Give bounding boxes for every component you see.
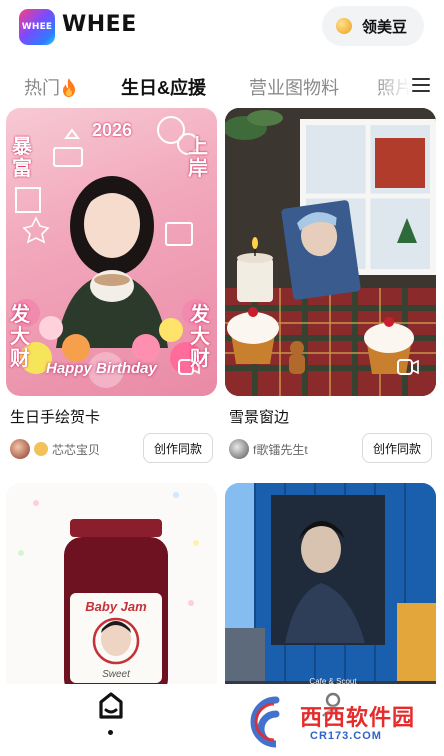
card-left-bottom-text: 发大财 [10, 304, 30, 370]
jar-brand-text: Baby Jam [85, 599, 147, 614]
snow-window-artwork [225, 108, 436, 396]
card-right-bottom-text: 发大财 [190, 304, 210, 370]
author-emoji-icon [34, 442, 48, 456]
bean-icon [336, 18, 352, 34]
author-name: 芯芯宝贝 [52, 442, 101, 457]
card-title: 生日手绘贺卡 [10, 409, 101, 426]
claim-beans-button[interactable]: 领美豆 [322, 6, 424, 46]
birthday-card-image: 2026 暴富 上岸 发大财 发大财 Happy Birthday [6, 108, 217, 396]
menu-icon[interactable] [412, 78, 430, 92]
jar-sub-text: Sweet [102, 669, 130, 680]
avatar [229, 439, 249, 459]
category-tabs: 热门 生日&应援 营业图物料 照片 [0, 60, 444, 106]
billboard-card-image: Cafe & Scout [225, 483, 436, 713]
watermark-url: CR173.COM [310, 730, 382, 742]
active-indicator-dot [108, 730, 113, 735]
fire-icon [63, 78, 75, 97]
create-same-button[interactable]: 创作同款 [362, 433, 432, 463]
card-year-text: 2026 [92, 120, 133, 140]
avatar [10, 439, 30, 459]
tab-hot[interactable]: 热门 [24, 74, 77, 100]
home-icon[interactable] [97, 691, 125, 721]
site-watermark: 西西软件园 CR173.COM [248, 692, 424, 750]
app-header: WHEE WHEE 领美豆 [0, 0, 444, 56]
app-name: WHEE [62, 12, 137, 37]
tab-business-materials-label: 营业图物料 [249, 78, 339, 98]
card-banner-text: Happy Birthday [46, 360, 157, 377]
app-logo: WHEE [19, 9, 55, 45]
card-left-top-text: 暴富 [12, 136, 32, 180]
card-author[interactable]: 芯芯宝贝 [10, 439, 100, 459]
create-same-button[interactable]: 创作同款 [143, 433, 213, 463]
tab-birthday-support-label: 生日&应援 [121, 78, 206, 98]
jam-jar-card-image: Baby Jam Sweet [6, 483, 217, 713]
template-card-birthday[interactable]: 2026 暴富 上岸 发大财 发大财 Happy Birthday 生日手绘贺卡… [6, 108, 217, 468]
watermark-brand: 西西软件园 [300, 705, 416, 730]
tab-business-materials[interactable]: 营业图物料 [249, 74, 339, 100]
snow-window-card-image [225, 108, 436, 396]
card-right-top-text: 上岸 [188, 136, 208, 180]
card-author[interactable]: f歌镭先生t [229, 439, 308, 459]
tab-birthday-support[interactable]: 生日&应援 [121, 74, 206, 100]
author-name: f歌镭先生t [253, 442, 308, 457]
tab-hot-label: 热门 [24, 78, 60, 98]
bottom-navigation: 西西软件园 CR173.COM [0, 684, 444, 756]
template-card-snow-window[interactable]: 雪景窗边 f歌镭先生t 创作同款 [225, 108, 436, 468]
card-title: 雪景窗边 [229, 409, 290, 426]
logo-text: WHEE [21, 22, 53, 32]
template-card-jam-jar[interactable]: Baby Jam Sweet [6, 483, 217, 713]
claim-beans-label: 领美豆 [362, 18, 408, 36]
template-card-billboard[interactable]: Cafe & Scout [225, 483, 436, 713]
